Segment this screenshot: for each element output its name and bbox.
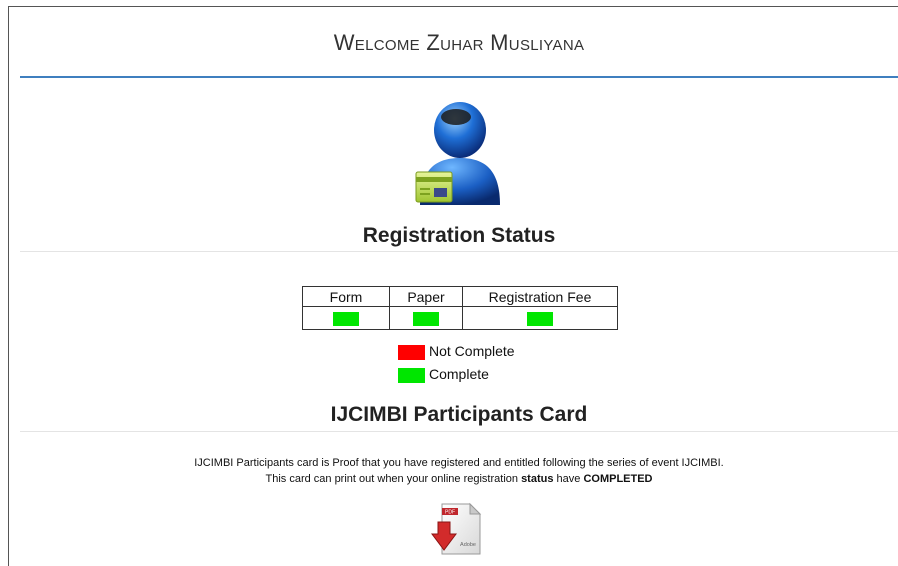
form-status-indicator	[333, 312, 359, 327]
not-complete-swatch	[398, 344, 425, 360]
line2-middle: have	[553, 473, 584, 485]
column-header-registration-fee: Registration Fee	[462, 286, 618, 307]
complete-swatch	[398, 367, 425, 383]
complete-label: Complete	[429, 366, 489, 382]
registration-status-title: Registration Status	[362, 224, 556, 247]
fee-status-indicator	[527, 312, 553, 327]
card-description: IJCIMBI Participants card is Proof that …	[20, 455, 898, 487]
card-description-line-1: IJCIMBI Participants card is Proof that …	[194, 457, 724, 469]
column-header-form: Form	[302, 286, 390, 307]
section-divider	[20, 251, 898, 252]
paper-status-cell	[389, 306, 463, 330]
status-row	[302, 306, 618, 330]
card-description-line-2: This card can print out when your online…	[20, 471, 898, 487]
status-header-row: Form Paper Registration Fee	[302, 286, 618, 307]
not-complete-label: Not Complete	[429, 343, 515, 359]
welcome-heading: Welcome Zuhar Musliyana	[333, 30, 585, 55]
pdf-badge-text: PDF	[445, 510, 455, 516]
pdf-download-icon[interactable]: PDF Adobe	[430, 502, 482, 556]
header-divider	[20, 76, 898, 78]
legend-not-complete: Not Complete	[398, 343, 515, 360]
column-header-paper: Paper	[389, 286, 463, 307]
participants-card-title: IJCIMBI Participants Card	[330, 403, 588, 426]
user-card-icon	[415, 102, 500, 205]
line2-prefix: This card can print out when your online…	[265, 473, 522, 485]
legend-complete: Complete	[398, 366, 489, 383]
line2-completed: COMPLETED	[583, 473, 653, 485]
form-status-cell	[302, 306, 390, 330]
section-divider	[20, 431, 898, 432]
paper-status-indicator	[413, 312, 439, 327]
line2-status: status	[521, 473, 554, 485]
pdf-brand-text: Adobe	[460, 542, 476, 548]
fee-status-cell	[462, 306, 618, 330]
registration-status-table: Form Paper Registration Fee	[302, 286, 618, 330]
